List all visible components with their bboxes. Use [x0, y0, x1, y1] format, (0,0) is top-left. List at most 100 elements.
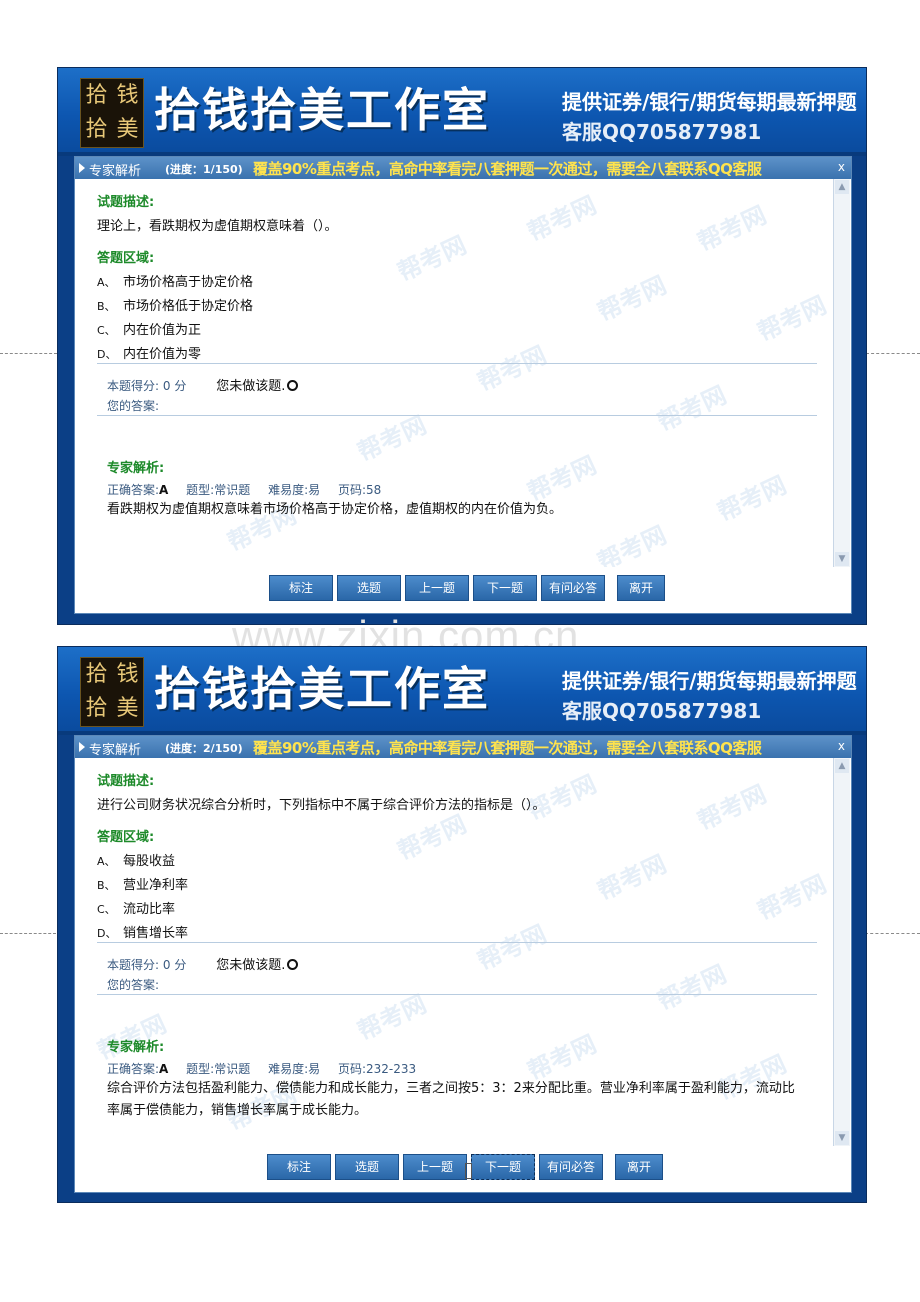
option-d[interactable]: D、 内在价值为零 [97, 343, 201, 362]
panel-watermark: 帮考网 [593, 849, 671, 906]
title-arrow-icon [79, 163, 85, 173]
answer-meta: 正确答案:A 题型:常识题 难易度:易 页码:232-233 [107, 1062, 417, 1076]
analysis-heading: 专家解析: [107, 461, 165, 476]
progress-indicator: (进度：2/150) [165, 742, 243, 755]
option-a[interactable]: A、 每股收益 [97, 850, 175, 869]
panel-watermark: 帮考网 [473, 919, 551, 976]
scroll-down-icon[interactable]: ▼ [835, 552, 849, 566]
scrollbar[interactable]: ▲ ▼ [833, 758, 850, 1146]
promo-text: 覆盖90%重点考点，高命中率看完八套押题一次通过，需要全八套联系QQ客服 [253, 160, 762, 178]
your-answer-label: 您的答案: [107, 978, 160, 992]
close-button[interactable]: x [838, 739, 845, 753]
panel-watermark: 帮考网 [693, 200, 771, 257]
panel-titlebar: 专家解析 (进度：1/150) 覆盖90%重点考点，高命中率看完八套押题一次通过… [75, 157, 851, 179]
studio-name: 拾钱拾美工作室 [154, 83, 490, 137]
panel-title: 专家解析 [89, 743, 142, 758]
option-c[interactable]: C、 流动比率 [97, 898, 175, 917]
panel-titlebar: 专家解析 (进度：2/150) 覆盖90%重点考点，高命中率看完八套押题一次通过… [75, 736, 851, 758]
description-heading: 试题描述: [97, 195, 155, 210]
button-bar: 标注 选题 上一题 下一题 有问必答 离开 [75, 1146, 851, 1192]
ask-button[interactable]: 有问必答 [539, 1154, 603, 1180]
scroll-up-icon[interactable]: ▲ [835, 759, 849, 773]
banner-tagline: 提供证券/银行/期货每期最新押题 [562, 669, 857, 693]
description-heading: 试题描述: [97, 774, 155, 789]
button-bar: 标注 选题 上一题 下一题 有问必答 离开 [75, 567, 851, 613]
panel-content: 帮考网 帮考网 帮考网 帮考网 帮考网 帮考网 帮考网 帮考网 帮考网 帮考网 … [75, 179, 833, 567]
score-line: 本题得分: 0 分 您未做该题. [107, 954, 299, 973]
previous-button[interactable]: 上一题 [405, 575, 469, 601]
panel-watermark: 帮考网 [523, 190, 601, 247]
studio-logo: 拾 钱 拾 美 [80, 657, 144, 727]
status-ring-icon [287, 959, 299, 970]
title-arrow-icon [79, 742, 85, 752]
exit-button[interactable]: 离开 [617, 575, 665, 601]
option-b[interactable]: B、 营业净利率 [97, 874, 188, 893]
answer-area-heading: 答题区域: [97, 830, 155, 845]
ask-button[interactable]: 有问必答 [541, 575, 605, 601]
panel-watermark: 帮考网 [653, 959, 731, 1016]
scroll-down-icon[interactable]: ▼ [835, 1131, 849, 1145]
analysis-heading: 专家解析: [107, 1040, 165, 1055]
exam-window-1: 拾 钱 拾 美 拾钱拾美工作室 提供证券/银行/期货每期最新押题 客服QQ705… [57, 67, 867, 625]
your-answer-label: 您的答案: [107, 399, 160, 413]
explanation-text: 综合评价方法包括盈利能力、偿债能力和成长能力，三者之间按5：3：2来分配比重。营… [107, 1081, 795, 1118]
banner: 拾 钱 拾 美 拾钱拾美工作室 提供证券/银行/期货每期最新押题 客服QQ705… [58, 68, 866, 156]
question-text: 理论上，看跌期权为虚值期权意味着（）。 [97, 219, 338, 234]
mark-button[interactable]: 标注 [269, 575, 333, 601]
guide-line [866, 353, 920, 355]
panel-watermark: 帮考网 [653, 380, 731, 437]
option-c[interactable]: C、 内在价值为正 [97, 319, 201, 338]
option-a[interactable]: A、 市场价格高于协定价格 [97, 271, 253, 290]
scroll-up-icon[interactable]: ▲ [835, 180, 849, 194]
divider [97, 415, 817, 416]
correct-answer: A [159, 483, 169, 497]
exam-window-2: 拾 钱 拾 美 拾钱拾美工作室 提供证券/银行/期货每期最新押题 客服QQ705… [57, 646, 867, 1203]
not-done-text: 您未做该题. [216, 958, 286, 973]
previous-button[interactable]: 上一题 [403, 1154, 467, 1180]
status-ring-icon [287, 380, 299, 391]
panel-title: 专家解析 [89, 164, 142, 179]
promo-text: 覆盖90%重点考点，高命中率看完八套押题一次通过，需要全八套联系QQ客服 [253, 739, 762, 757]
panel-content: 帮考网 帮考网 帮考网 帮考网 帮考网 帮考网 帮考网 帮考网 帮考网 帮考网 … [75, 758, 833, 1146]
panel-watermark: 帮考网 [593, 520, 671, 567]
studio-logo: 拾 钱 拾 美 [80, 78, 144, 148]
panel-watermark: 帮考网 [593, 270, 671, 327]
banner-tagline: 提供证券/银行/期货每期最新押题 [562, 90, 857, 114]
panel-watermark: 帮考网 [753, 290, 831, 347]
guide-line [0, 933, 56, 935]
scrollbar[interactable]: ▲ ▼ [833, 179, 850, 567]
guide-line [0, 353, 57, 355]
panel-watermark: 帮考网 [393, 230, 471, 287]
service-qq: 客服QQ705877981 [562, 699, 762, 723]
close-button[interactable]: x [838, 160, 845, 174]
score-line: 本题得分: 0 分 您未做该题. [107, 375, 299, 394]
divider [97, 994, 817, 995]
not-done-text: 您未做该题. [216, 379, 286, 394]
studio-name: 拾钱拾美工作室 [154, 662, 490, 716]
next-button[interactable]: 下一题 [473, 575, 537, 601]
text-cursor-icon [465, 1163, 472, 1179]
analysis-panel: 专家解析 (进度：2/150) 覆盖90%重点考点，高命中率看完八套押题一次通过… [74, 735, 852, 1193]
mark-button[interactable]: 标注 [267, 1154, 331, 1180]
divider [97, 363, 817, 364]
service-qq: 客服QQ705877981 [562, 120, 762, 144]
exit-button[interactable]: 离开 [615, 1154, 663, 1180]
next-button[interactable]: 下一题 [471, 1154, 535, 1180]
panel-watermark: 帮考网 [693, 779, 771, 836]
analysis-panel: 专家解析 (进度：1/150) 覆盖90%重点考点，高命中率看完八套押题一次通过… [74, 156, 852, 614]
question-text: 进行公司财务状况综合分析时，下列指标中不属于综合评价方法的指标是（）。 [97, 798, 546, 813]
panel-watermark: 帮考网 [393, 809, 471, 866]
select-question-button[interactable]: 选题 [337, 575, 401, 601]
explanation-text: 看跌期权为虚值期权意味着市场价格高于协定价格，虚值期权的内在价值为负。 [107, 502, 563, 517]
banner: 拾 钱 拾 美 拾钱拾美工作室 提供证券/银行/期货每期最新押题 客服QQ705… [58, 647, 866, 735]
select-question-button[interactable]: 选题 [335, 1154, 399, 1180]
option-b[interactable]: B、 市场价格低于协定价格 [97, 295, 253, 314]
answer-area-heading: 答题区域: [97, 251, 155, 266]
option-d[interactable]: D、 销售增长率 [97, 922, 188, 941]
panel-watermark: 帮考网 [753, 869, 831, 926]
correct-answer: A [159, 1062, 169, 1076]
progress-indicator: (进度：1/150) [165, 163, 243, 176]
panel-watermark: 帮考网 [473, 340, 551, 397]
divider [97, 942, 817, 943]
guide-line [865, 933, 920, 935]
